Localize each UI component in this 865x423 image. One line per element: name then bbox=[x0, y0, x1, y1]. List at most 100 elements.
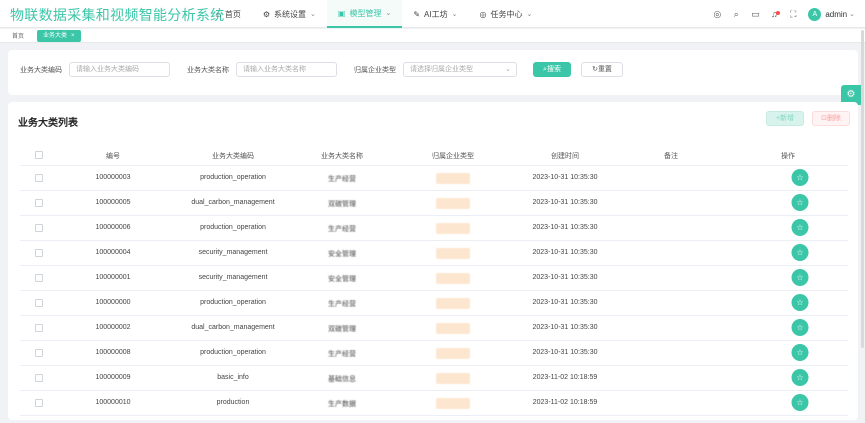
cell-id: 100000000 bbox=[95, 299, 131, 306]
nav-item-1[interactable]: ⚙ 系统设置 ⌄ bbox=[252, 0, 327, 28]
cell-name: 生产经营 bbox=[328, 176, 356, 183]
row-checkbox[interactable] bbox=[35, 299, 43, 307]
name-label: 业务大类名称 bbox=[187, 67, 229, 74]
nav-item-0[interactable]: ⌂ 首页 bbox=[205, 0, 252, 28]
type-placeholder: 请选择归属企业类型 bbox=[410, 66, 473, 73]
row-checkbox[interactable] bbox=[35, 199, 43, 207]
table-title: 业务大类列表 bbox=[18, 118, 78, 129]
star-icon[interactable]: ☆ bbox=[791, 194, 809, 211]
table-row[interactable]: 100000006 production_operation 生产经营 2023-10… bbox=[20, 216, 848, 241]
row-checkbox[interactable] bbox=[35, 349, 43, 357]
table-row[interactable]: 100000005 dual_carbon_management 双碳管理 2023-… bbox=[20, 191, 848, 216]
col-id[interactable]: 编号 bbox=[106, 151, 120, 161]
col-name[interactable]: 业务大类名称 bbox=[321, 151, 363, 161]
col-code[interactable]: 业务大类编码 bbox=[212, 151, 254, 161]
cell-code: dual_carbon_management bbox=[191, 199, 275, 206]
cell-created: 2023-10-31 10:35:30 bbox=[532, 174, 598, 181]
cell-code: production bbox=[216, 399, 250, 406]
table-row[interactable]: 100000004 security_management 安全管理 2023-10-… bbox=[20, 241, 848, 266]
bell-icon[interactable]: ♫ bbox=[765, 9, 783, 19]
cell-id: 100000005 bbox=[95, 199, 131, 206]
username[interactable]: admin bbox=[825, 10, 847, 19]
cell-id: 100000002 bbox=[95, 324, 131, 331]
cell-id: 100000003 bbox=[95, 174, 131, 181]
col-remark[interactable]: 备注 bbox=[664, 151, 678, 161]
tab-business-category[interactable]: 业务大类 × bbox=[37, 30, 81, 42]
table-row[interactable]: 100000003 production_operation 生产经营 2023-10… bbox=[20, 166, 848, 191]
chevron-down-icon: ⌄ bbox=[310, 11, 316, 18]
table-row[interactable]: 100000000 production_operation 生产经营 2023-10… bbox=[20, 291, 848, 316]
enterprise-type-tag bbox=[436, 273, 470, 284]
name-input[interactable]: 请输入业务大类名称 bbox=[236, 62, 337, 77]
star-icon[interactable]: ☆ bbox=[791, 369, 809, 386]
theme-icon[interactable]: ◎ bbox=[708, 9, 726, 20]
star-icon[interactable]: ☆ bbox=[791, 219, 809, 236]
star-icon[interactable]: ☆ bbox=[791, 394, 809, 411]
close-icon[interactable]: × bbox=[71, 33, 75, 39]
select-all-checkbox[interactable] bbox=[35, 151, 43, 159]
table-row[interactable]: 100000008 production_operation 生产经营 2023-10… bbox=[20, 341, 848, 366]
nav-item-3[interactable]: ✎ AI工坊 ⌄ bbox=[402, 0, 468, 28]
enterprise-type-tag bbox=[436, 348, 470, 359]
nav-item-4[interactable]: ◎ 任务中心 ⌄ bbox=[468, 0, 543, 28]
chevron-down-icon: ⌄ bbox=[451, 11, 458, 18]
cell-created: 2023-10-31 10:35:30 bbox=[532, 199, 598, 206]
cell-name: 生产数据 bbox=[328, 401, 356, 408]
cell-id: 100000008 bbox=[95, 349, 131, 356]
screen-icon[interactable]: ▭ bbox=[746, 9, 764, 20]
code-input[interactable]: 请输入业务大类编码 bbox=[69, 62, 170, 77]
star-icon[interactable]: ☆ bbox=[791, 244, 809, 261]
fullscreen-icon[interactable]: ⛶ bbox=[784, 9, 802, 20]
row-checkbox[interactable] bbox=[35, 224, 43, 232]
row-checkbox[interactable] bbox=[35, 399, 43, 407]
table-row[interactable]: 100000010 production 生产数据 2023-11-02 10:18:… bbox=[20, 391, 848, 416]
reset-button[interactable]: ↻重置 bbox=[581, 62, 623, 77]
star-icon[interactable]: ☆ bbox=[791, 344, 809, 361]
star-icon[interactable]: ☆ bbox=[791, 169, 809, 186]
enterprise-type-tag bbox=[436, 173, 470, 184]
tab-bar: 首页 业务大类 × bbox=[0, 29, 865, 43]
model-icon: ▣ bbox=[337, 8, 346, 18]
col-created[interactable]: 创建时间 bbox=[551, 151, 579, 161]
cell-name: 生产经营 bbox=[328, 301, 356, 308]
chevron-down-icon: ⌄ bbox=[526, 11, 533, 18]
type-select[interactable]: 请选择归属企业类型 ⌄ bbox=[403, 62, 517, 77]
chevron-down-icon[interactable]: ⌄ bbox=[849, 10, 855, 18]
cell-created: 2023-10-31 10:35:30 bbox=[532, 274, 598, 281]
enterprise-type-tag bbox=[436, 323, 470, 334]
star-icon[interactable]: ☆ bbox=[791, 319, 809, 336]
tab-home[interactable]: 首页 bbox=[12, 31, 24, 40]
cell-created: 2023-10-31 10:35:30 bbox=[532, 249, 598, 256]
row-checkbox[interactable] bbox=[35, 274, 43, 282]
table-row[interactable]: 100000009 basic_info 基础信息 2023-11-02 10:18:… bbox=[20, 366, 848, 391]
row-checkbox[interactable] bbox=[35, 324, 43, 332]
nav-item-label: 模型管理 bbox=[349, 8, 382, 18]
app-title: 物联数据采集和视频智能分析系统 bbox=[10, 7, 225, 23]
cell-code: production_operation bbox=[200, 174, 266, 181]
cell-created: 2023-10-31 10:35:30 bbox=[532, 324, 598, 331]
delete-button[interactable]: ⊡删除 bbox=[812, 111, 850, 126]
table-row[interactable]: 100000001 security_management 安全管理 2023-10-… bbox=[20, 266, 848, 291]
row-checkbox[interactable] bbox=[35, 174, 43, 182]
scrollbar[interactable] bbox=[861, 30, 864, 348]
star-icon[interactable]: ☆ bbox=[791, 294, 809, 311]
cell-name: 生产经营 bbox=[328, 351, 356, 358]
cell-id: 100000006 bbox=[95, 224, 131, 231]
row-checkbox[interactable] bbox=[35, 249, 43, 257]
add-button[interactable]: +新增 bbox=[766, 111, 804, 126]
cell-created: 2023-11-02 10:18:59 bbox=[532, 374, 598, 381]
table-row[interactable]: 100000002 dual_carbon_management 双碳管理 2023-… bbox=[20, 316, 848, 341]
col-actions: 操作 bbox=[781, 153, 795, 160]
row-checkbox[interactable] bbox=[35, 374, 43, 382]
col-type[interactable]: 归属企业类型 bbox=[432, 151, 474, 161]
search-icon[interactable]: ⌕ bbox=[727, 9, 745, 20]
star-icon[interactable]: ☆ bbox=[791, 269, 809, 286]
avatar[interactable]: A bbox=[808, 7, 822, 21]
delete-button-label: 删除 bbox=[826, 115, 841, 122]
cell-id: 100000010 bbox=[95, 399, 131, 406]
cell-name: 双碳管理 bbox=[328, 201, 356, 208]
search-button[interactable]: ⌕搜索 bbox=[533, 62, 571, 77]
cell-id: 100000004 bbox=[95, 249, 131, 256]
nav-item-2[interactable]: ▣ 模型管理 ⌄ bbox=[326, 0, 403, 28]
ai-icon: ✎ bbox=[413, 9, 421, 19]
